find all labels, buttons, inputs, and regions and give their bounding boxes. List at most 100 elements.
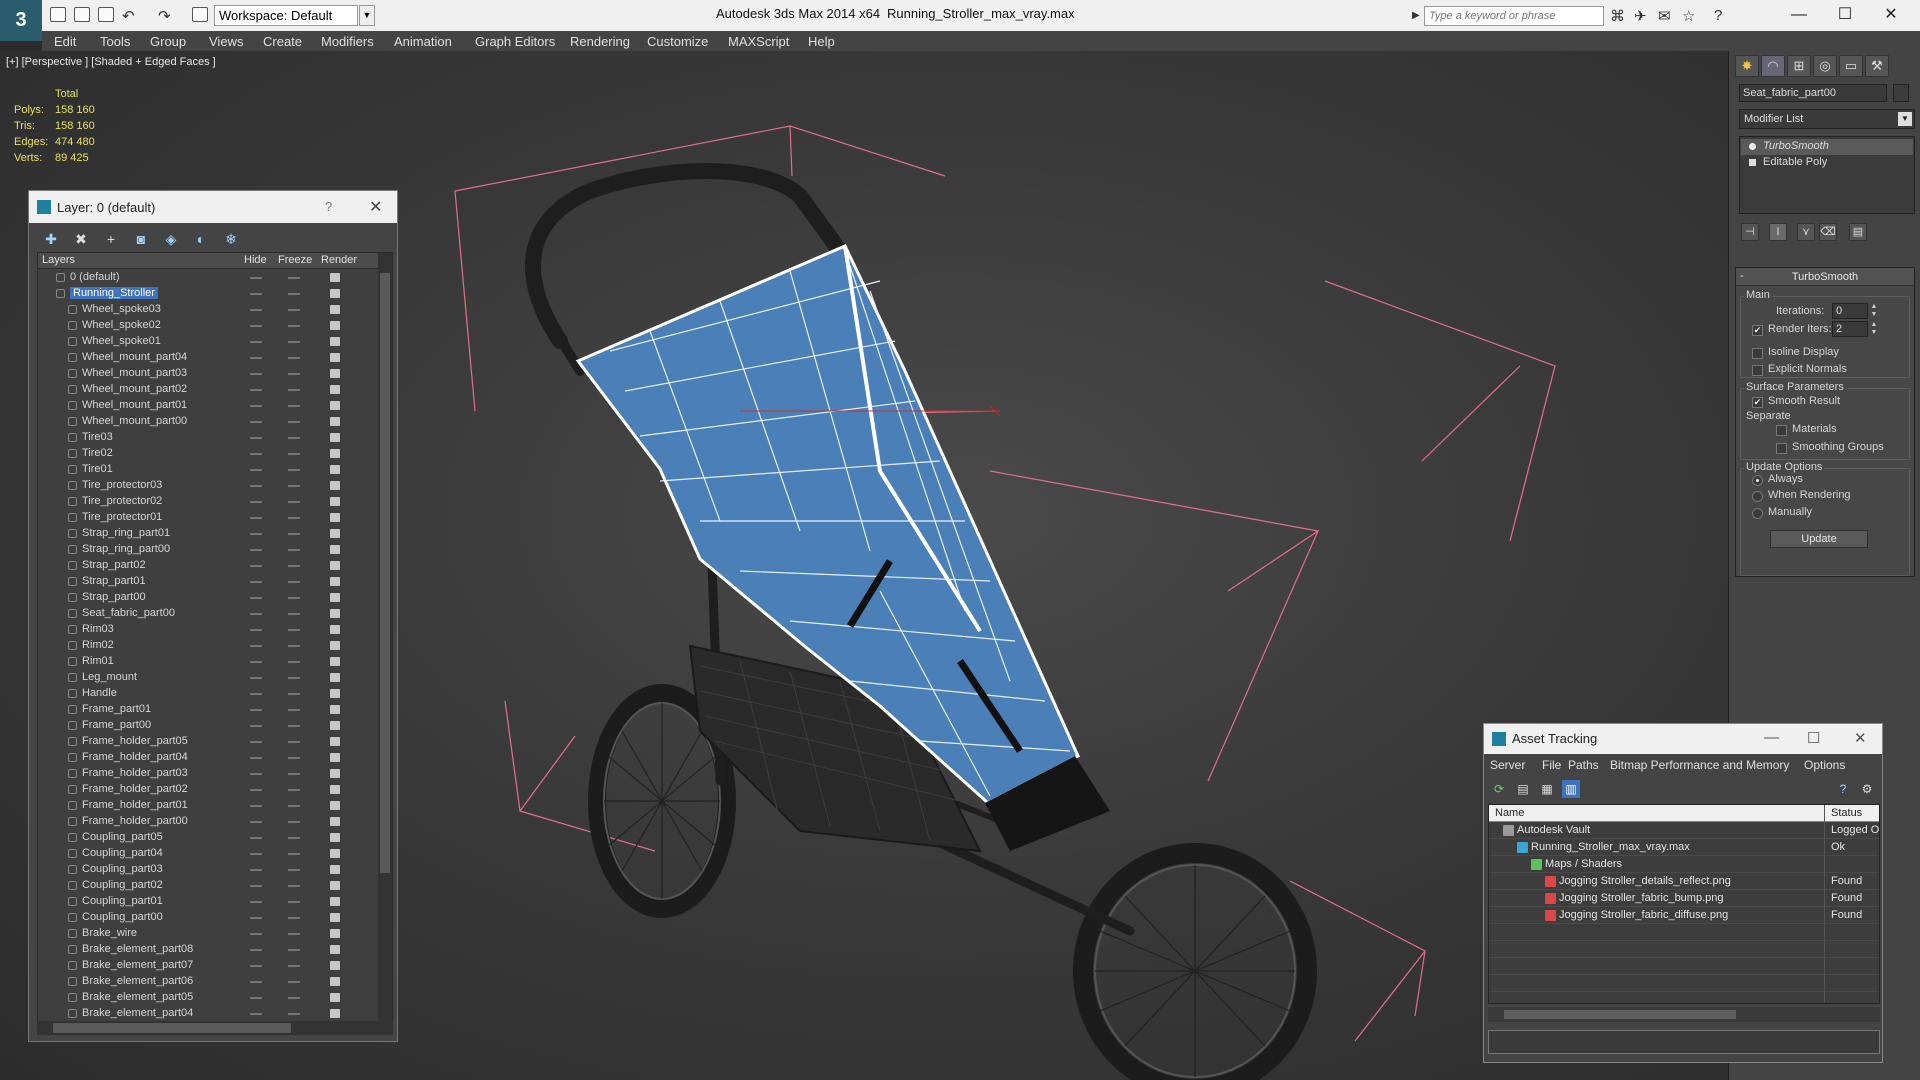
close-button[interactable]: ✕ <box>1868 3 1914 27</box>
hide-toggle[interactable] <box>250 725 262 727</box>
freeze-toggle[interactable] <box>288 453 300 455</box>
new-file-icon[interactable] <box>50 7 66 22</box>
asset-row[interactable]: Jogging Stroller_details_reflect.png Foun… <box>1489 873 1879 890</box>
project-folder-icon[interactable] <box>192 7 208 22</box>
layer-row[interactable]: Brake_element_part06 <box>38 974 378 990</box>
render-toggle-icon[interactable] <box>330 993 340 1002</box>
layer-row[interactable]: Tire03 <box>38 430 378 446</box>
menu-maxscript[interactable]: MAXScript <box>728 34 789 49</box>
layer-row[interactable]: Wheel_mount_part02 <box>38 382 378 398</box>
freeze-toggle[interactable] <box>288 645 300 647</box>
render-toggle-icon[interactable] <box>330 689 340 698</box>
layer-row[interactable]: Brake_element_part04 <box>38 1006 378 1021</box>
render-toggle-icon[interactable] <box>330 945 340 954</box>
render-toggle-icon[interactable] <box>330 817 340 826</box>
render-toggle-icon[interactable] <box>330 769 340 778</box>
render-toggle-icon[interactable] <box>330 673 340 682</box>
freeze-toggle[interactable] <box>288 853 300 855</box>
render-toggle-icon[interactable] <box>330 881 340 890</box>
freeze-toggle[interactable] <box>288 277 300 279</box>
freeze-toggle[interactable] <box>288 677 300 679</box>
freeze-toggle[interactable] <box>288 293 300 295</box>
configure-modifier-sets-icon[interactable]: ▤ <box>1849 223 1867 241</box>
freeze-toggle[interactable] <box>288 901 300 903</box>
chevron-down-icon[interactable]: ▼ <box>359 5 375 26</box>
freeze-toggle[interactable] <box>288 357 300 359</box>
hide-toggle[interactable] <box>250 741 262 743</box>
render-toggle-icon[interactable] <box>330 609 340 618</box>
hide-toggle[interactable] <box>250 517 262 519</box>
freeze-toggle[interactable] <box>288 869 300 871</box>
expand-icon[interactable] <box>1749 159 1756 166</box>
asset-row[interactable]: Autodesk Vault Logged O <box>1489 822 1879 839</box>
workspace-dropdown[interactable]: Workspace: Default ▼ <box>214 5 375 26</box>
hide-toggle[interactable] <box>250 661 262 663</box>
layer-row[interactable]: Brake_wire <box>38 926 378 942</box>
layer-row[interactable]: Tire01 <box>38 462 378 478</box>
freeze-toggle[interactable] <box>288 437 300 439</box>
spinner-arrows-icon[interactable]: ▲ ▼ <box>1870 303 1878 319</box>
search-input[interactable] <box>1424 6 1604 26</box>
modifier-stack[interactable]: TurboSmooth Editable Poly <box>1739 136 1915 214</box>
layer-row[interactable]: Handle <box>38 686 378 702</box>
vertical-scrollbar[interactable] <box>378 253 392 1021</box>
layer-row[interactable]: Coupling_part00 <box>38 910 378 926</box>
menu-bitmap-performance[interactable]: Bitmap Performance and Memory <box>1610 758 1789 772</box>
menu-animation[interactable]: Animation <box>394 34 452 49</box>
hide-toggle[interactable] <box>250 757 262 759</box>
hide-toggle[interactable] <box>250 533 262 535</box>
freeze-toggle[interactable] <box>288 1013 300 1015</box>
expand-search-icon[interactable]: ▶ <box>1412 10 1420 21</box>
explicit-normals-checkbox[interactable] <box>1752 365 1763 376</box>
layer-row[interactable]: Tire_protector02 <box>38 494 378 510</box>
hide-toggle[interactable] <box>250 629 262 631</box>
freeze-toggle[interactable] <box>288 949 300 951</box>
layer-row[interactable]: Rim02 <box>38 638 378 654</box>
hide-toggle[interactable] <box>250 597 262 599</box>
iterations-spinner[interactable]: 0 <box>1832 303 1868 319</box>
render-toggle-icon[interactable] <box>330 865 340 874</box>
smoothing-groups-checkbox[interactable] <box>1776 443 1787 454</box>
hide-toggle[interactable] <box>250 1013 262 1015</box>
freeze-toggle[interactable] <box>288 821 300 823</box>
freeze-toggle[interactable] <box>288 629 300 631</box>
help-icon[interactable]: ? <box>325 199 332 214</box>
hide-toggle[interactable] <box>250 933 262 935</box>
render-toggle-icon[interactable] <box>330 289 340 298</box>
layer-row[interactable]: Frame_part00 <box>38 718 378 734</box>
freeze-toggle[interactable] <box>288 325 300 327</box>
save-file-icon[interactable] <box>98 7 114 22</box>
layer-row[interactable]: Wheel_spoke02 <box>38 318 378 334</box>
hide-toggle[interactable] <box>250 325 262 327</box>
minimize-button[interactable]: — <box>1764 729 1779 746</box>
freeze-toggle[interactable] <box>288 693 300 695</box>
render-toggle-icon[interactable] <box>330 961 340 970</box>
layer-row[interactable]: Wheel_mount_part00 <box>38 414 378 430</box>
hide-toggle[interactable] <box>250 837 262 839</box>
render-toggle-icon[interactable] <box>330 801 340 810</box>
hide-toggle[interactable] <box>250 645 262 647</box>
close-icon[interactable]: ✕ <box>369 197 382 217</box>
open-file-icon[interactable] <box>74 7 90 22</box>
layer-row[interactable]: Strap_part00 <box>38 590 378 606</box>
freeze-toggle[interactable] <box>288 997 300 999</box>
hide-toggle[interactable] <box>250 869 262 871</box>
close-button[interactable]: ✕ <box>1854 729 1867 747</box>
pin-stack-icon[interactable]: ⊣ <box>1741 223 1759 241</box>
menu-create[interactable]: Create <box>263 34 302 49</box>
layer-row[interactable]: Running_Stroller <box>38 286 378 302</box>
subscription-icon[interactable]: ✈ <box>1634 7 1647 25</box>
make-unique-icon[interactable]: ⋎ <box>1797 223 1815 241</box>
render-toggle-icon[interactable] <box>330 417 340 426</box>
freeze-toggle[interactable] <box>288 517 300 519</box>
render-toggle-icon[interactable] <box>330 721 340 730</box>
scrollbar-thumb[interactable] <box>53 1023 291 1033</box>
hide-toggle[interactable] <box>250 341 262 343</box>
layer-row[interactable]: Frame_holder_part04 <box>38 750 378 766</box>
menu-modifiers[interactable]: Modifiers <box>321 34 374 49</box>
list-view-icon[interactable]: ▤ <box>1514 780 1532 798</box>
layer-row[interactable]: Coupling_part05 <box>38 830 378 846</box>
freeze-toggle[interactable] <box>288 773 300 775</box>
horizontal-scrollbar[interactable] <box>1488 1007 1880 1022</box>
maximize-button[interactable]: ☐ <box>1822 3 1868 27</box>
